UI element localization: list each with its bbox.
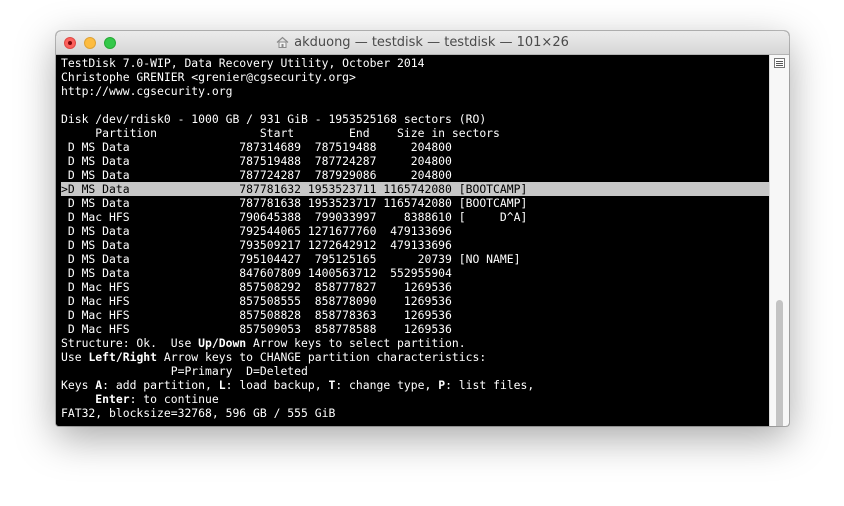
window-title: akduong — testdisk — testdisk — 101×26 [56,35,789,50]
title-bar[interactable]: akduong — testdisk — testdisk — 101×26 [56,31,789,55]
partition-row[interactable]: D Mac HFS 857508828 858778363 1269536 [61,308,769,322]
scrollbar-thumb[interactable] [776,300,783,426]
terminal-window: akduong — testdisk — testdisk — 101×26 T… [56,31,789,426]
legend-line: P=Primary D=Deleted [61,364,308,378]
keys-text: : add partition, [102,378,219,392]
structure-status-line: Structure: Ok. Use Up/Down Arrow keys to… [61,336,769,350]
partition-row[interactable]: D Mac HFS 857509053 858778588 1269536 [61,322,769,336]
disk-info-line: Disk /dev/rdisk0 - 1000 GB / 931 GiB - 1… [61,112,487,126]
filesystem-status-line: FAT32, blocksize=32768, 596 GB / 555 GiB [61,406,336,420]
partition-table-header: Partition Start End Size in sectors [61,126,500,140]
split-pane-icon[interactable] [774,58,785,68]
structure-text: Structure: Ok. Use [61,336,199,350]
partition-row-selected[interactable]: >D MS Data 787781632 1953523711 11657420… [61,182,769,196]
partition-row[interactable]: D Mac HFS 857508292 858777827 1269536 [61,280,769,294]
enter-text [61,392,95,406]
partition-row[interactable]: D MS Data 792544065 1271677760 479133696 [61,224,769,238]
up-down-key: Up/Down [198,336,247,350]
window-title-text: akduong — testdisk — testdisk — 101×26 [294,35,569,50]
partition-row[interactable]: D MS Data 787519488 787724287 204800 [61,154,769,168]
partition-row[interactable]: D MS Data 787724287 787929086 204800 [61,168,769,182]
header-line: TestDisk 7.0-WIP, Data Recovery Utility,… [61,56,425,70]
enter-key: Enter [95,392,130,406]
arrow-help-line: Use Left/Right Arrow keys to CHANGE part… [61,350,769,364]
terminal-output[interactable]: TestDisk 7.0-WIP, Data Recovery Utility,… [56,55,769,426]
header-line: http://www.cgsecurity.org [61,84,233,98]
partition-row[interactable]: D MS Data 787314689 787519488 204800 [61,140,769,154]
vertical-scrollbar[interactable] [769,55,789,426]
home-icon [276,36,289,48]
partition-row[interactable]: D MS Data 793509217 1272642912 479133696 [61,238,769,252]
keys-text: : load backup, [225,378,329,392]
keys-help-line: Keys A: add partition, L: load backup, T… [61,378,769,392]
enter-help-line: Enter: to continue [61,392,769,406]
partition-row[interactable]: D MS Data 787781638 1953523717 116574208… [61,196,769,210]
arrow-help-text: Arrow keys to CHANGE partition character… [157,350,487,364]
partition-row[interactable]: D Mac HFS 857508555 858778090 1269536 [61,294,769,308]
structure-text: Arrow keys to select partition. [246,336,466,350]
key-l: L [218,378,226,392]
partition-row[interactable]: D MS Data 847607809 1400563712 552955904 [61,266,769,280]
left-right-key: Left/Right [88,350,158,364]
header-line: Christophe GRENIER <grenier@cgsecurity.o… [61,70,356,84]
arrow-help-text: Use [61,350,89,364]
partition-row[interactable]: D MS Data 795104427 795125165 20739 [NO … [61,252,769,266]
keys-text: Keys [61,378,96,392]
enter-text: : to continue [129,392,219,406]
partition-row[interactable]: D Mac HFS 790645388 799033997 8388610 [ … [61,210,769,224]
keys-text: : change type, [335,378,439,392]
keys-text: : list files, [445,378,535,392]
